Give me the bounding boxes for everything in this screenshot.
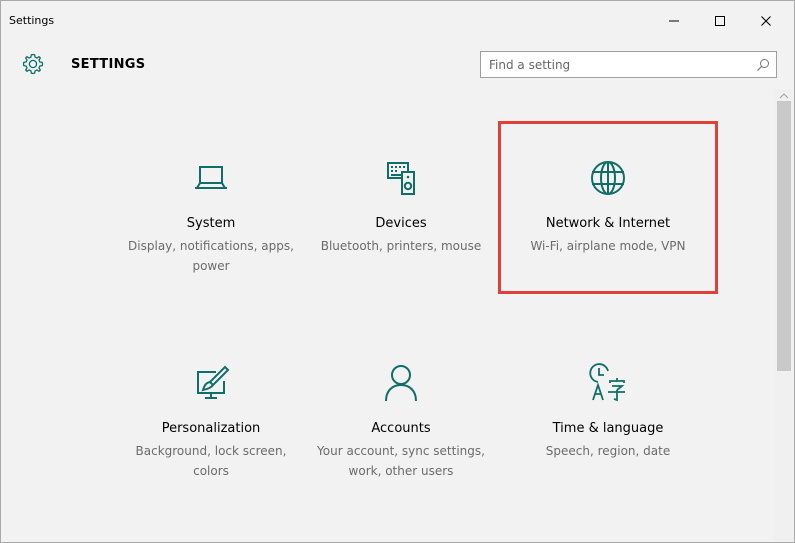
tile-personalization[interactable]: Personalization Background, lock screen,… [106,351,316,511]
time-language-icon [589,363,625,402]
tile-description: Speech, region, date [545,444,671,458]
title-bar[interactable]: Settings [1,1,794,41]
tile-title: Personalization [161,421,261,436]
gear-icon [22,53,44,75]
tile-devices[interactable]: Devices Bluetooth, printers, mouse [296,146,506,286]
minimize-button[interactable] [651,5,697,37]
highlight-box [498,121,718,294]
tile-description: Your account, sync settings, work, other… [317,444,485,478]
scrollbar[interactable] [774,89,794,542]
settings-header: SETTINGS [1,43,794,89]
laptop-icon [195,166,227,189]
search-box[interactable] [480,51,777,78]
minimize-icon [669,20,679,22]
search-input[interactable] [481,52,741,77]
tile-title: Time & language [552,421,664,436]
scrollbar-thumb[interactable] [777,101,791,371]
page-title: SETTINGS [71,57,146,72]
tile-title: System [186,216,236,231]
paintbrush-monitor-icon [197,365,230,399]
tile-accounts[interactable]: Accounts Your account, sync settings, wo… [296,351,506,511]
tile-title: Devices [375,216,427,231]
scroll-up-icon[interactable] [779,91,789,101]
close-icon [761,16,771,26]
tile-time-language[interactable]: Time & language Speech, region, date [503,351,713,511]
maximize-button[interactable] [697,5,743,37]
tile-system[interactable]: System Display, notifications, apps, pow… [106,146,316,286]
person-icon [385,365,417,402]
devices-icon [387,162,415,195]
window-title: Settings [9,14,55,27]
maximize-icon [715,16,725,26]
tile-title: Accounts [371,421,431,436]
tile-description: Background, lock screen, colors [135,444,287,478]
settings-window: Settings SETTINGS Find a setting System … [0,0,795,543]
tile-description: Bluetooth, printers, mouse [320,239,482,253]
tile-description: Display, notifications, apps, power [128,239,294,273]
search-icon[interactable] [756,58,770,72]
close-button[interactable] [743,5,789,37]
